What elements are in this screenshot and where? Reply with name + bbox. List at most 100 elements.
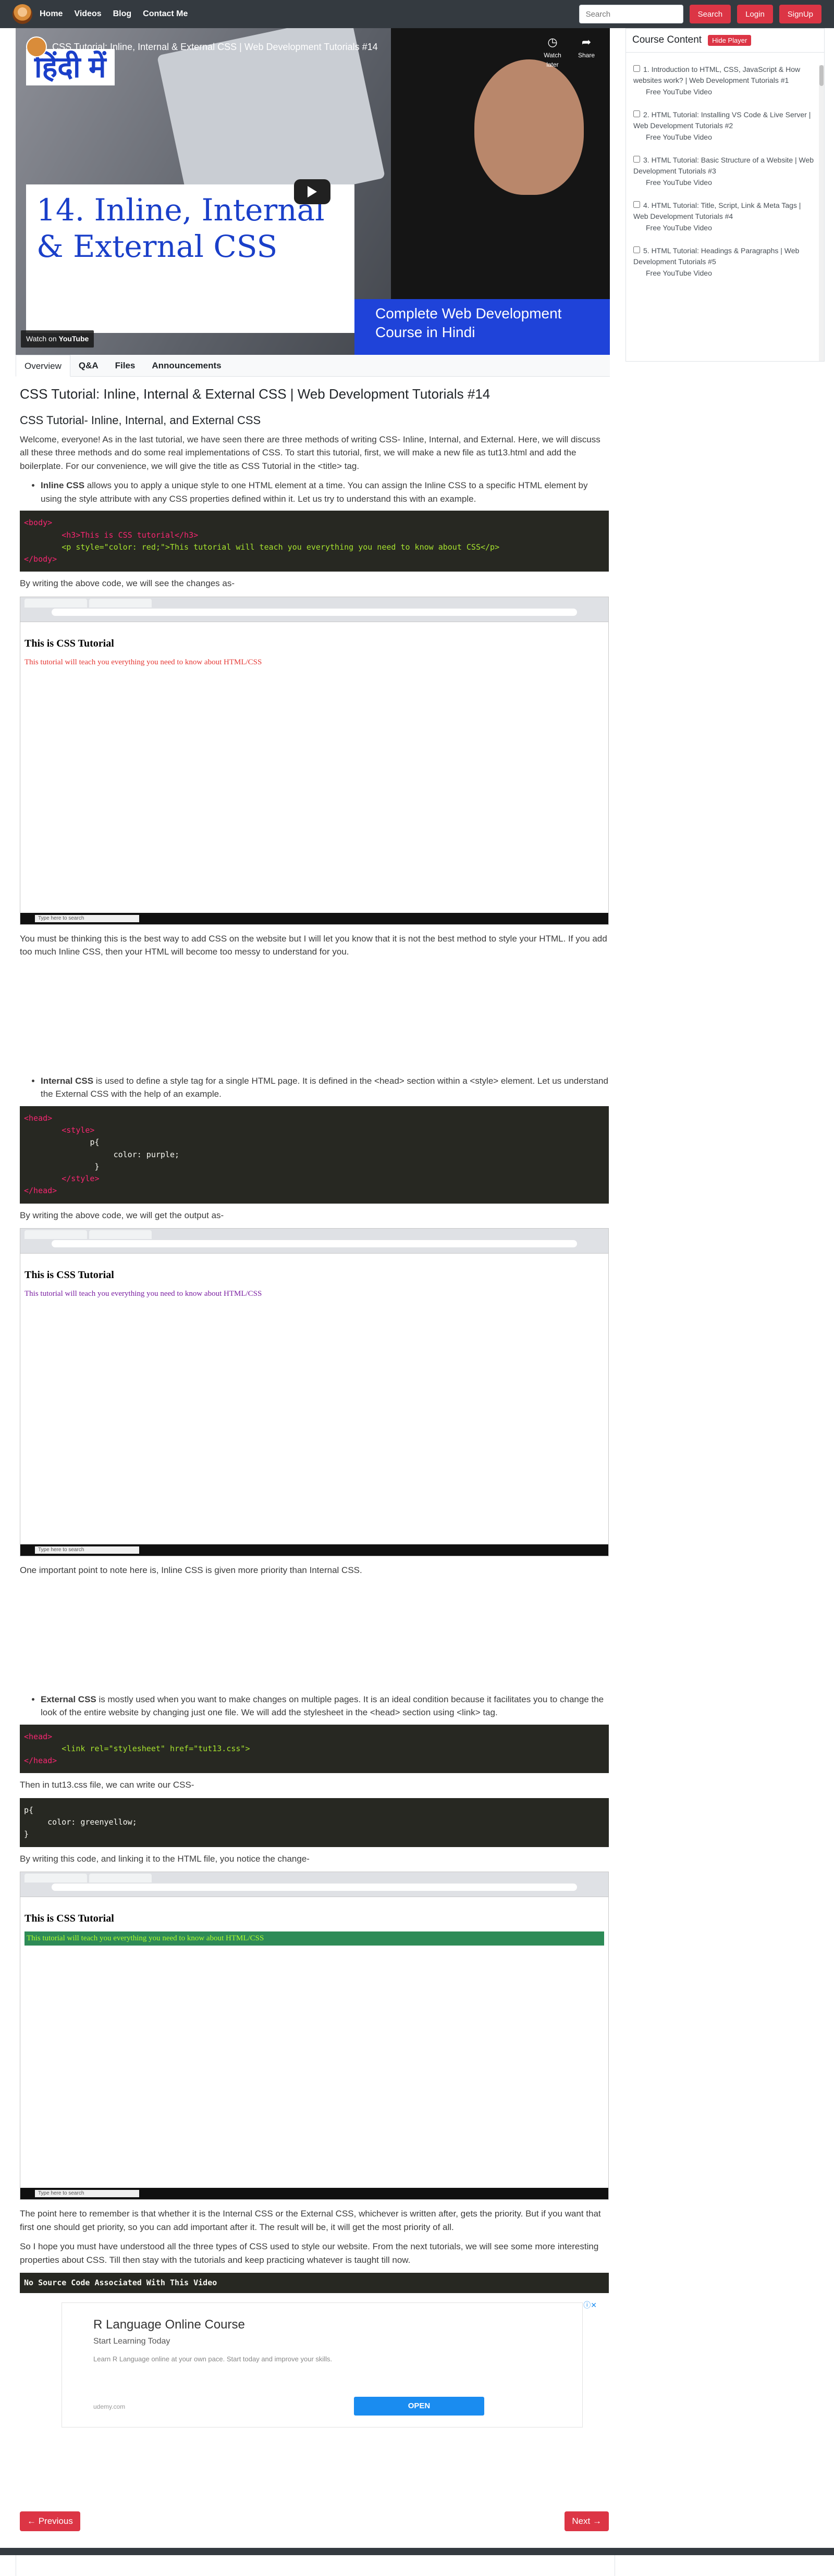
windows-taskbar: Type here to search xyxy=(20,912,608,924)
search-button[interactable]: Search xyxy=(689,5,731,23)
watch-later-button[interactable]: ◷ Watch later xyxy=(537,33,568,69)
ad-choices-icon[interactable]: ⓘ✕ xyxy=(583,2300,597,2311)
lesson-checkbox[interactable] xyxy=(633,65,640,72)
sidebar-scrollbar[interactable] xyxy=(819,65,824,361)
channel-avatar[interactable] xyxy=(26,36,47,57)
code-line: </body> xyxy=(24,554,57,564)
nav-home-link[interactable]: Home xyxy=(40,8,63,20)
nav-videos-link[interactable]: Videos xyxy=(74,8,101,20)
code-line: <p style="color: red;">This tutorial wil… xyxy=(62,542,500,552)
code-line: <body> xyxy=(24,518,53,528)
login-button[interactable]: Login xyxy=(737,5,773,23)
tab-qa[interactable]: Q&A xyxy=(70,355,107,377)
ad-url[interactable]: udemy.com xyxy=(93,2402,125,2411)
browser-tab xyxy=(24,1874,87,1883)
video-overlay-title[interactable]: CSS Tutorial: Inline, Internal & Externa… xyxy=(26,36,378,57)
screenshot-heading: This is CSS Tutorial xyxy=(24,637,114,649)
screenshot-paragraph: This tutorial will teach you everything … xyxy=(24,1931,604,1946)
tab-overview[interactable]: Overview xyxy=(16,354,70,377)
intro-paragraph: Welcome, everyone! As in the last tutori… xyxy=(20,434,600,471)
hide-player-button[interactable]: Hide Player xyxy=(708,34,752,46)
internal-css-text: is used to define a style tag for a sing… xyxy=(41,1075,608,1099)
lesson-item[interactable]: 3. HTML Tutorial: Basic Structure of a W… xyxy=(626,143,824,189)
lesson-checkbox[interactable] xyxy=(633,246,640,253)
screenshot-heading: This is CSS Tutorial xyxy=(24,1913,114,1925)
ad-description: Learn R Language online at your own pace… xyxy=(93,2355,333,2363)
tab-announcements[interactable]: Announcements xyxy=(143,355,229,377)
screenshot-paragraph: This tutorial will teach you everything … xyxy=(24,658,262,666)
lesson-title[interactable]: 2. HTML Tutorial: Installing VS Code & L… xyxy=(633,110,811,130)
play-button[interactable] xyxy=(294,179,330,204)
share-label: Share xyxy=(578,52,595,59)
inline-css-term: Inline CSS xyxy=(41,480,85,491)
code-line: <h3>This is CSS tutorial</h3> xyxy=(62,530,199,540)
no-source-banner: No Source Code Associated With This Vide… xyxy=(20,2273,609,2293)
top-navbar: Home Videos Blog Contact Me Search Login… xyxy=(0,0,834,28)
lesson-title[interactable]: 3. HTML Tutorial: Basic Structure of a W… xyxy=(633,156,814,176)
lesson-checkbox[interactable] xyxy=(633,201,640,208)
watch-on-label: Watch on xyxy=(26,335,57,343)
code-block-inline: <body> <h3>This is CSS tutorial</h3> <p … xyxy=(20,511,609,572)
browser-chrome xyxy=(20,597,608,622)
then-text: Then in tut13.css file, we can write our… xyxy=(20,1780,194,1790)
nav-blog-link[interactable]: Blog xyxy=(113,8,132,20)
closing-paragraph: So I hope you must have understood all t… xyxy=(20,2241,599,2265)
screenshot-paragraph: This tutorial will teach you everything … xyxy=(24,1290,262,1298)
external-css-list: External CSS is mostly used when you wan… xyxy=(20,1693,609,1719)
lesson-item[interactable]: 1. Introduction to HTML, CSS, JavaScript… xyxy=(626,53,824,98)
sidebar-title: Course Content xyxy=(632,34,702,45)
browser-tab xyxy=(89,1874,152,1883)
lesson-item[interactable]: 4. HTML Tutorial: Title, Script, Link & … xyxy=(626,189,824,234)
lesson-item[interactable]: 5. HTML Tutorial: Headings & Paragraphs … xyxy=(626,234,824,279)
inline-css-item: Inline CSS allows you to apply a unique … xyxy=(41,479,609,505)
output-screenshot-external: This is CSS Tutorial This tutorial will … xyxy=(20,1872,609,2200)
taskbar-search: Type here to search xyxy=(35,914,139,922)
lesson-title[interactable]: 4. HTML Tutorial: Title, Script, Link & … xyxy=(633,201,801,221)
brand-logo[interactable] xyxy=(13,4,32,24)
code-line: <head> xyxy=(24,1731,53,1741)
video-title-text[interactable]: CSS Tutorial: Inline, Internal & Externa… xyxy=(52,40,378,54)
watch-on-youtube-button[interactable]: Watch on YouTube xyxy=(21,330,94,348)
next-button[interactable]: Next → xyxy=(565,2511,609,2531)
lesson-item[interactable]: 2. HTML Tutorial: Installing VS Code & L… xyxy=(626,98,824,143)
code-line: color: purple; xyxy=(113,1149,180,1159)
previous-button[interactable]: ← Previous xyxy=(20,2511,80,2531)
clock-icon: ◷ xyxy=(547,35,558,48)
lesson-checkbox[interactable] xyxy=(633,155,640,163)
internal-css-term: Internal CSS xyxy=(41,1075,94,1086)
signup-button[interactable]: SignUp xyxy=(779,5,821,23)
screenshot-heading: This is CSS Tutorial xyxy=(24,1269,114,1281)
share-button[interactable]: ➦ Share xyxy=(573,33,599,60)
thumbnail-course-label: Complete Web Development Course in Hindi xyxy=(375,305,562,341)
video-player[interactable]: हिंदी में CSS Tutorial: Inline, Internal… xyxy=(16,28,610,355)
code-line: color: greenyellow; xyxy=(47,1817,137,1827)
course-content-sidebar: Course Content Hide Player 1. Introducti… xyxy=(626,28,825,362)
sidebar-header: Course Content Hide Player xyxy=(626,29,824,53)
browser-chrome xyxy=(20,1872,608,1898)
code-block-css: p{ color: greenyellow; } xyxy=(20,1798,609,1847)
remember-paragraph: The point here to remember is that wheth… xyxy=(20,2209,601,2232)
lesson-title[interactable]: 1. Introduction to HTML, CSS, JavaScript… xyxy=(633,65,800,85)
nav-actions: Search Login SignUp xyxy=(579,5,821,23)
code-line: <style> xyxy=(62,1125,95,1135)
taskbar-search: Type here to search xyxy=(35,2190,139,2198)
ad-title[interactable]: R Language Online Course xyxy=(93,2315,245,2334)
search-input[interactable] xyxy=(579,5,683,23)
ad-open-button[interactable]: OPEN xyxy=(354,2396,484,2416)
nav-contact-link[interactable]: Contact Me xyxy=(143,8,188,20)
inline-note: You must be thinking this is the best wa… xyxy=(20,933,607,957)
lesson-subtitle: Free YouTube Video xyxy=(646,269,712,278)
address-bar xyxy=(52,1240,577,1248)
lesson-checkbox[interactable] xyxy=(633,110,640,117)
code-line: <head> xyxy=(24,1113,53,1123)
lesson-title[interactable]: 5. HTML Tutorial: Headings & Paragraphs … xyxy=(633,246,799,266)
external-css-text: is mostly used when you want to make cha… xyxy=(41,1694,604,1718)
tab-files[interactable]: Files xyxy=(107,355,144,377)
scrollbar-thumb[interactable] xyxy=(819,65,824,86)
browser-chrome xyxy=(20,1229,608,1254)
windows-taskbar: Type here to search xyxy=(20,2188,608,2200)
advertisement[interactable]: ⓘ✕ R Language Online Course Start Learni… xyxy=(62,2301,597,2428)
code-line: </head> xyxy=(24,1756,57,1766)
